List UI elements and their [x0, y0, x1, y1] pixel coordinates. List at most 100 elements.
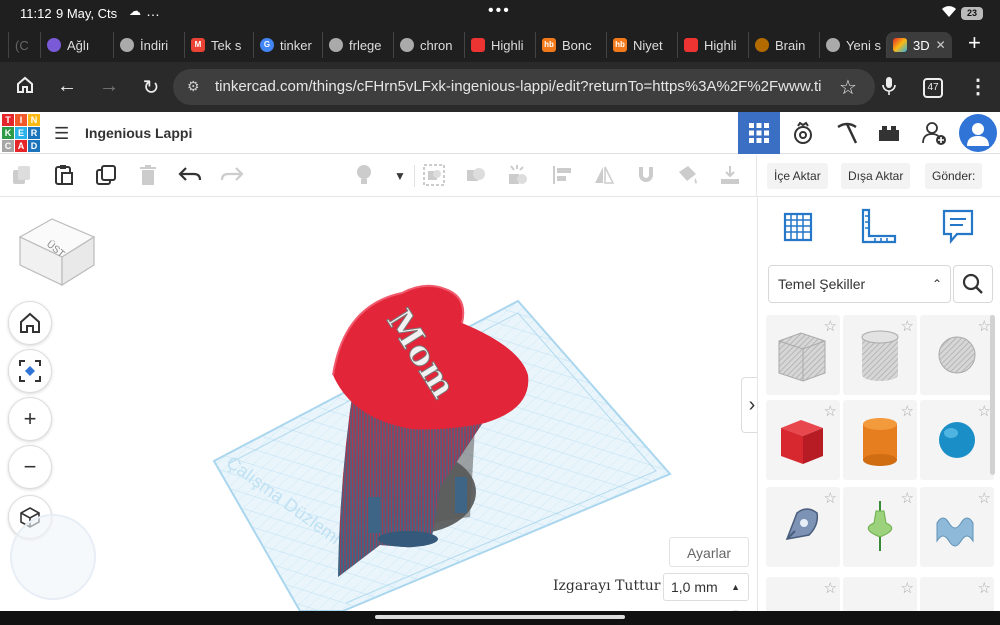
user-avatar[interactable]	[959, 114, 997, 152]
home-icon[interactable]	[13, 75, 37, 101]
shape-library-select[interactable]: Temel Şekiller ⌃⌄	[768, 265, 951, 327]
tinkercad-logo[interactable]: T I N K E R C A D	[2, 114, 40, 152]
spinning-top-icon	[867, 501, 893, 551]
tab-label: Tek s	[211, 37, 242, 53]
browser-tab[interactable]: frlege	[322, 32, 392, 58]
shape-partial[interactable]: ☆	[766, 577, 840, 611]
home-view-button[interactable]	[8, 301, 52, 345]
group-icon[interactable]	[422, 164, 446, 188]
bookmark-star-icon[interactable]: ☆	[839, 75, 857, 100]
close-tab-icon[interactable]: ✕	[936, 38, 946, 52]
favorite-star-icon[interactable]: ☆	[978, 579, 991, 597]
snap-grid-select[interactable]: 1,0 mm ▲▼	[663, 573, 749, 611]
hb-icon: hb	[613, 38, 627, 52]
stepper-arrows-icon: ▲▼	[731, 582, 740, 611]
ungroup-icon[interactable]	[464, 164, 488, 188]
multitask-dots-icon[interactable]: •••	[488, 2, 511, 20]
mirror-icon[interactable]	[592, 164, 616, 188]
shape-box[interactable]: ☆	[766, 400, 840, 480]
shape-box-hole[interactable]: ☆	[766, 315, 840, 395]
url-bar[interactable]: ⚙ tinkercad.com/things/cFHrn5vLFxk-ingen…	[173, 69, 875, 105]
import-button[interactable]: İçe Aktar	[767, 163, 828, 189]
3d-scene[interactable]: Çalışma Düzlemi Mom	[0, 197, 757, 611]
view-cube[interactable]: ÜST	[16, 207, 96, 287]
new-tab-button[interactable]: +	[968, 30, 981, 56]
tab-count-button[interactable]: 47	[923, 78, 943, 98]
shape-sphere-hole[interactable]: ☆	[920, 315, 994, 395]
reload-icon[interactable]: ↻	[139, 75, 163, 100]
browser-tab[interactable]: (C	[8, 32, 38, 58]
shape-cylinder-hole[interactable]: ☆	[843, 315, 917, 395]
workplane-canvas[interactable]: Çalışma Düzlemi Mom ÜST + − Ayarlar Izga…	[0, 197, 757, 611]
align-icon[interactable]	[550, 164, 574, 188]
shape-sphere[interactable]: ☆	[920, 400, 994, 480]
tab-label: İndiri	[140, 37, 169, 53]
invite-user-button[interactable]	[913, 112, 955, 154]
browser-tab[interactable]: hb Niyet	[606, 32, 676, 58]
blocks-button[interactable]	[782, 112, 824, 154]
home-indicator[interactable]	[375, 615, 625, 619]
cruise-icon[interactable]	[506, 164, 530, 188]
favorite-star-icon[interactable]: ☆	[824, 579, 837, 597]
design-list-icon[interactable]: ☰	[54, 124, 69, 144]
browser-tab[interactable]: Yeni s	[819, 32, 885, 58]
export-button[interactable]: Dışa Aktar	[841, 163, 911, 189]
browser-tab-active[interactable]: 3D ✕	[886, 32, 952, 58]
delete-icon[interactable]	[136, 164, 160, 188]
shape-partial[interactable]: ☆	[843, 577, 917, 611]
browser-tab[interactable]: G tinker	[253, 32, 321, 58]
forward-icon[interactable]: →	[97, 75, 121, 98]
panel-scrollbar[interactable]	[990, 315, 995, 475]
shape-scribble[interactable]: ☆	[766, 487, 840, 567]
navigation-joystick[interactable]	[10, 514, 96, 600]
settings-button[interactable]: Ayarlar	[669, 537, 749, 567]
paste-icon[interactable]	[52, 164, 76, 188]
browser-tab[interactable]: İndiri	[113, 32, 183, 58]
browser-tab[interactable]: M Tek s	[184, 32, 252, 58]
menu-kebab-icon[interactable]: ⋮	[968, 74, 988, 99]
redo-icon[interactable]	[220, 164, 244, 188]
back-icon[interactable]: ←	[55, 75, 79, 98]
drop-to-workplane-icon[interactable]	[718, 164, 742, 188]
browser-tab[interactable]: Ağlı	[40, 32, 112, 58]
send-to-button[interactable]: Gönder:	[925, 163, 983, 189]
paint-bucket-icon[interactable]	[676, 164, 700, 188]
ruler-tool-button[interactable]	[856, 205, 900, 249]
tab-label: tinker	[280, 37, 312, 53]
browser-tab[interactable]: Highli	[464, 32, 534, 58]
copy-icon[interactable]	[10, 164, 34, 188]
sim-lab-button[interactable]	[826, 112, 868, 154]
shape-paraboloid[interactable]: ☆	[843, 487, 917, 567]
browser-tab[interactable]: chron	[393, 32, 463, 58]
3d-design-view-button[interactable]	[738, 112, 780, 154]
duplicate-icon[interactable]	[94, 164, 118, 188]
status-time: 11:12	[20, 6, 52, 21]
site-settings-icon[interactable]: ⚙	[187, 78, 200, 95]
shape-cylinder[interactable]: ☆	[843, 400, 917, 480]
shape-search-button[interactable]	[953, 265, 993, 303]
shape-text[interactable]: ☆	[920, 487, 994, 567]
workplane-tool-button[interactable]	[776, 205, 820, 249]
bricks-button[interactable]	[868, 112, 910, 154]
tab-strip: (C Ağlı İndiri M Tek s G tinker frlege c…	[0, 28, 1000, 62]
project-title[interactable]: Ingenious Lappi	[85, 125, 192, 141]
zoom-out-button[interactable]: −	[8, 445, 52, 489]
browser-tab[interactable]: Brain	[748, 32, 818, 58]
notes-tool-button[interactable]	[936, 205, 980, 249]
undo-icon[interactable]	[178, 164, 202, 188]
status-bar: 11:12 9 May, Cts ☁ … ••• 23	[0, 0, 1000, 28]
url-text[interactable]: tinkercad.com/things/cFHrn5vLFxk-ingenio…	[215, 78, 821, 95]
microphone-icon[interactable]	[882, 76, 896, 101]
notes-lightbulb-icon[interactable]	[352, 164, 376, 188]
magnet-icon[interactable]	[634, 164, 658, 188]
zoom-in-button[interactable]: +	[8, 397, 52, 441]
collapse-panel-button[interactable]: ›	[741, 377, 757, 433]
fit-view-button[interactable]	[8, 349, 52, 393]
tab-label: Niyet	[633, 37, 663, 53]
notes-dropdown-icon[interactable]: ▼	[388, 164, 412, 188]
shape-partial[interactable]: ☆	[920, 577, 994, 611]
favorite-star-icon[interactable]: ☆	[901, 579, 914, 597]
browser-tab[interactable]: Highli	[677, 32, 747, 58]
browser-tab[interactable]: hb Bonc	[535, 32, 605, 58]
chrome-icon	[120, 38, 134, 52]
